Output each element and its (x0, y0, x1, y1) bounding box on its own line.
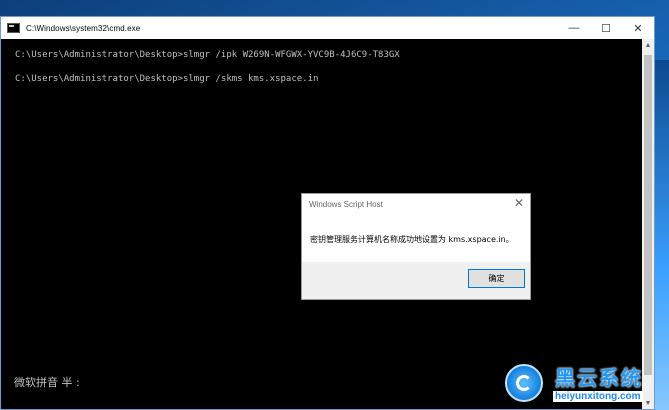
vertical-scrollbar[interactable]: ▲ ▼ (642, 39, 654, 409)
watermark-logo-icon (505, 364, 543, 402)
window-title: C:\Windows\system32\cmd.exe (26, 23, 141, 33)
cmd-icon (7, 23, 20, 33)
dialog-title: Windows Script Host (309, 200, 383, 209)
scroll-up-arrow-icon[interactable]: ▲ (642, 39, 654, 51)
minimize-button[interactable]: — (558, 17, 590, 39)
dialog-message: 密钥管理服务计算机名称成功地设置为 kms.xspace.in。 (310, 235, 514, 244)
script-host-dialog[interactable]: Windows Script Host ✕ 密钥管理服务计算机名称成功地设置为 … (301, 193, 531, 300)
dialog-footer: 确定 (302, 262, 530, 299)
console-line-skms: C:\Users\Administrator\Desktop>slmgr /sk… (15, 74, 319, 84)
window-controls: — ☐ ✕ (558, 17, 654, 39)
ok-button[interactable]: 确定 (468, 269, 525, 288)
watermark-en-text: heiyunxitong.com (553, 391, 643, 402)
watermark-cn-text: 黑云系统 (555, 366, 643, 390)
cmd-titlebar[interactable]: C:\Windows\system32\cmd.exe — ☐ ✕ (1, 17, 654, 39)
ime-status-text: 微软拼音 半 : (14, 376, 80, 389)
dialog-close-icon[interactable]: ✕ (514, 196, 524, 210)
site-watermark: 黑云系统 heiyunxitong.com (505, 362, 669, 410)
maximize-button[interactable]: ☐ (590, 17, 622, 39)
console-line-ipk: C:\Users\Administrator\Desktop>slmgr /ip… (15, 50, 400, 60)
scroll-thumb[interactable] (644, 55, 652, 375)
close-button[interactable]: ✕ (622, 17, 654, 39)
